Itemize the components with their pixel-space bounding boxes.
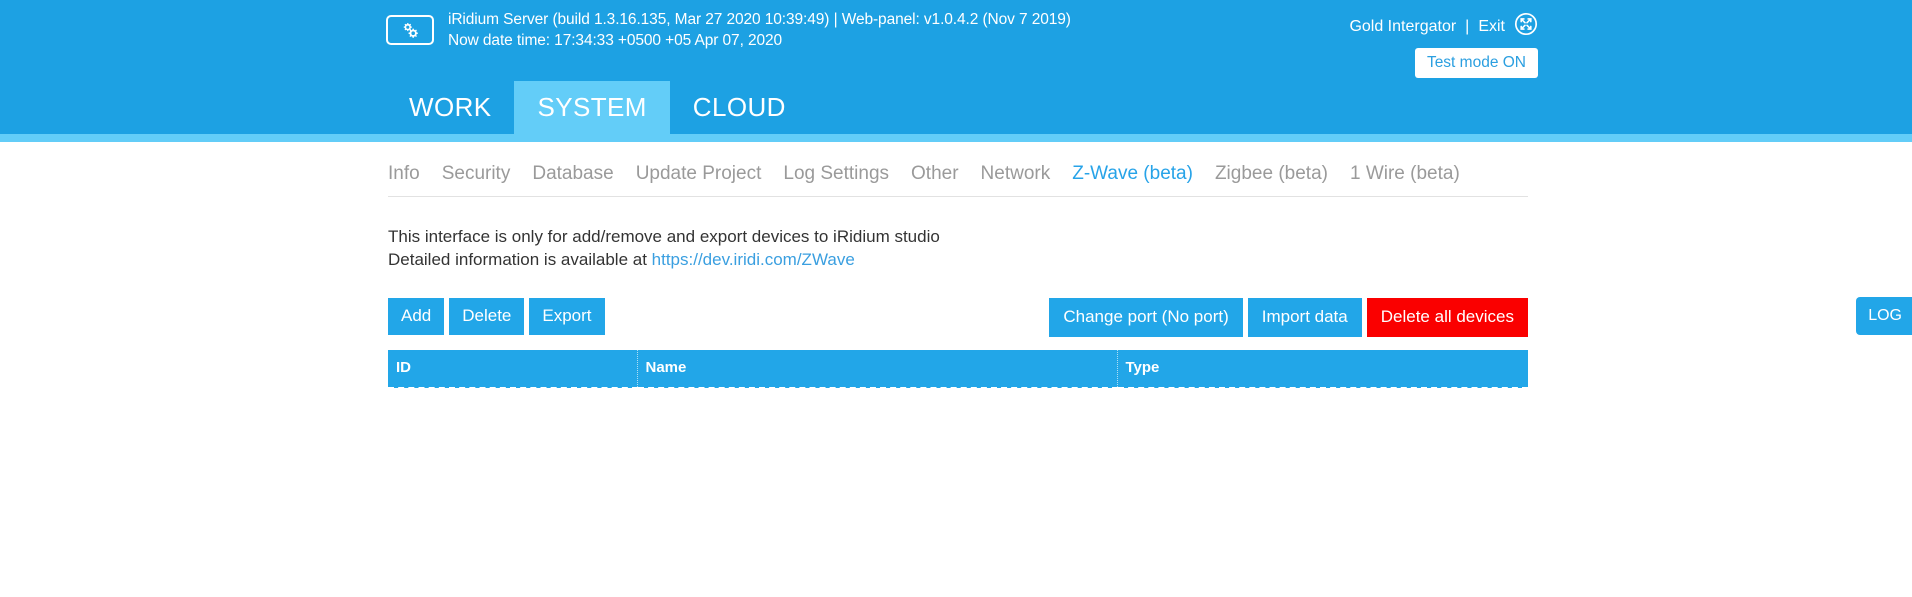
subnav-item-zigbee[interactable]: Zigbee (beta) — [1204, 163, 1339, 185]
user-separator: | — [1465, 17, 1469, 36]
gears-icon[interactable] — [386, 15, 434, 45]
server-datetime-text: Now date time: 17:34:33 +0500 +05 Apr 07… — [448, 30, 1071, 51]
main-tab-cloud[interactable]: CLOUD — [670, 81, 809, 134]
subnav-item-update-project[interactable]: Update Project — [625, 163, 773, 185]
subnav-item-other[interactable]: Other — [900, 163, 970, 185]
main-tab-work[interactable]: WORK — [386, 81, 514, 134]
page-description: This interface is only for add/remove an… — [388, 226, 940, 271]
add-button[interactable]: Add — [388, 298, 444, 335]
import-data-button[interactable]: Import data — [1248, 298, 1362, 337]
devices-table-head: ID Name Type — [388, 350, 1528, 388]
server-info-text: iRidium Server (build 1.3.16.135, Mar 27… — [448, 9, 1071, 30]
column-header-name[interactable]: Name — [637, 350, 1117, 388]
delete-all-devices-button[interactable]: Delete all devices — [1367, 298, 1528, 337]
subnav-item-1wire[interactable]: 1 Wire (beta) — [1339, 163, 1471, 185]
settings-subnav: Info Security Database Update Project Lo… — [388, 163, 1528, 197]
export-button[interactable]: Export — [529, 298, 604, 335]
subnav-item-zwave[interactable]: Z-Wave (beta) — [1061, 163, 1204, 185]
header-info-block: iRidium Server (build 1.3.16.135, Mar 27… — [386, 9, 1071, 51]
user-name-label: Gold Intergator — [1349, 17, 1456, 36]
devices-table-container: ID Name Type — [388, 350, 1528, 389]
main-tab-bar: WORK SYSTEM CLOUD — [386, 81, 809, 134]
log-panel-tab[interactable]: LOG — [1856, 297, 1912, 335]
change-port-button[interactable]: Change port (No port) — [1049, 298, 1242, 337]
table-header-row: ID Name Type — [388, 350, 1528, 388]
devices-table: ID Name Type — [388, 350, 1528, 389]
subnav-item-info[interactable]: Info — [388, 163, 431, 185]
delete-button[interactable]: Delete — [449, 298, 524, 335]
app-header: iRidium Server (build 1.3.16.135, Mar 27… — [0, 0, 1912, 134]
column-header-type[interactable]: Type — [1117, 350, 1528, 388]
subnav-item-security[interactable]: Security — [431, 163, 522, 185]
description-line-2: Detailed information is available at htt… — [388, 249, 940, 272]
exit-link[interactable]: Exit — [1478, 17, 1505, 36]
main-tab-system[interactable]: SYSTEM — [514, 81, 669, 134]
column-header-id[interactable]: ID — [388, 350, 637, 388]
description-prefix: Detailed information is available at — [388, 250, 652, 269]
header-accent-bar — [0, 134, 1912, 142]
subnav-item-log-settings[interactable]: Log Settings — [772, 163, 900, 185]
toolbar-right-group: Change port (No port) Import data Delete… — [1049, 298, 1528, 337]
header-user-block: Gold Intergator | Exit — [1349, 12, 1538, 78]
test-mode-button[interactable]: Test mode ON — [1415, 48, 1538, 78]
user-session-row: Gold Intergator | Exit — [1349, 12, 1538, 41]
header-text-lines: iRidium Server (build 1.3.16.135, Mar 27… — [448, 9, 1071, 51]
fullscreen-icon[interactable] — [1514, 12, 1538, 41]
toolbar-left-group: Add Delete Export — [388, 298, 605, 335]
subnav-item-network[interactable]: Network — [970, 163, 1062, 185]
zwave-docs-link[interactable]: https://dev.iridi.com/ZWave — [652, 250, 855, 269]
device-toolbar: Add Delete Export Change port (No port) … — [388, 298, 1528, 337]
description-line-1: This interface is only for add/remove an… — [388, 226, 940, 249]
subnav-item-database[interactable]: Database — [521, 163, 624, 185]
